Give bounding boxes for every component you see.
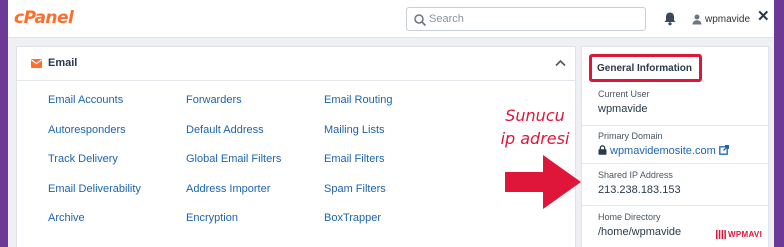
search-input[interactable] xyxy=(429,11,639,27)
cpanel-window: cPanel wpmavide ✕ Emai xyxy=(8,0,774,247)
email-panel-title: Email xyxy=(48,57,78,69)
user-menu[interactable]: wpmavide xyxy=(691,11,750,27)
email-links-grid: Email Accounts Forwarders Email Routing … xyxy=(48,93,468,241)
lock-icon xyxy=(598,145,607,155)
link-global-email-filters[interactable]: Global Email Filters xyxy=(186,152,324,182)
link-email-accounts[interactable]: Email Accounts xyxy=(48,93,186,123)
annotation-text: Sunucu ip adresi xyxy=(500,104,570,150)
top-bar: cPanel wpmavide ✕ xyxy=(8,0,774,38)
annotation-line-1: Sunucu xyxy=(505,106,565,125)
link-forwarders[interactable]: Forwarders xyxy=(186,93,324,123)
primary-domain-value: wpmavidemosite.com xyxy=(610,145,716,157)
envelope-icon xyxy=(31,59,42,68)
current-user-label: Current User xyxy=(598,89,650,99)
link-email-routing[interactable]: Email Routing xyxy=(324,93,462,123)
red-arrow-icon xyxy=(505,155,581,209)
email-panel: Email Email Accounts Forwarders Email Ro… xyxy=(16,46,577,247)
home-directory-value: /home/wpmavide xyxy=(598,226,682,238)
general-information-panel: General Information Current User wpmavid… xyxy=(581,46,770,247)
link-email-filters[interactable]: Email Filters xyxy=(324,152,462,182)
current-user-value: wpmavide xyxy=(598,103,648,115)
watermark-logo-icon xyxy=(716,230,726,239)
shared-ip-value: 213.238.183.153 xyxy=(598,184,681,196)
search-box[interactable] xyxy=(406,7,646,31)
current-user-row: Current User wpmavide xyxy=(582,89,770,121)
link-spam-filters[interactable]: Spam Filters xyxy=(324,182,462,212)
link-address-importer[interactable]: Address Importer xyxy=(186,182,324,212)
user-icon xyxy=(692,14,702,25)
primary-domain-link[interactable]: wpmavidemosite.com xyxy=(598,145,729,157)
link-track-delivery[interactable]: Track Delivery xyxy=(48,152,186,182)
general-information-title: General Information xyxy=(597,63,693,74)
chevron-up-icon[interactable] xyxy=(555,59,566,67)
username-label: wpmavide xyxy=(705,13,751,25)
external-link-icon xyxy=(718,145,729,155)
link-archive[interactable]: Archive xyxy=(48,211,186,241)
watermark-text: WPMAVI xyxy=(728,230,763,239)
watermark: WPMAVI xyxy=(716,230,762,239)
home-directory-row: Home Directory /home/wpmavide xyxy=(582,205,770,247)
home-directory-label: Home Directory xyxy=(598,212,661,222)
link-boxtrapper[interactable]: BoxTrapper xyxy=(324,211,462,241)
close-icon[interactable]: ✕ xyxy=(757,9,770,24)
notification-bell-icon[interactable] xyxy=(663,11,677,26)
shared-ip-label: Shared IP Address xyxy=(598,170,673,180)
annotation-line-2: ip adresi xyxy=(500,129,570,148)
search-icon xyxy=(414,14,427,27)
shared-ip-row: Shared IP Address 213.238.183.153 xyxy=(582,163,770,203)
primary-domain-row: Primary Domain wpmavidemosite.com xyxy=(582,125,770,163)
link-encryption[interactable]: Encryption xyxy=(186,211,324,241)
cpanel-logo[interactable]: cPanel xyxy=(14,8,74,28)
email-panel-header[interactable]: Email xyxy=(17,47,577,81)
highlight-box: General Information xyxy=(589,54,702,82)
link-default-address[interactable]: Default Address xyxy=(186,123,324,153)
primary-domain-label: Primary Domain xyxy=(598,131,663,141)
link-email-deliverability[interactable]: Email Deliverability xyxy=(48,182,186,212)
link-autoresponders[interactable]: Autoresponders xyxy=(48,123,186,153)
link-mailing-lists[interactable]: Mailing Lists xyxy=(324,123,462,153)
